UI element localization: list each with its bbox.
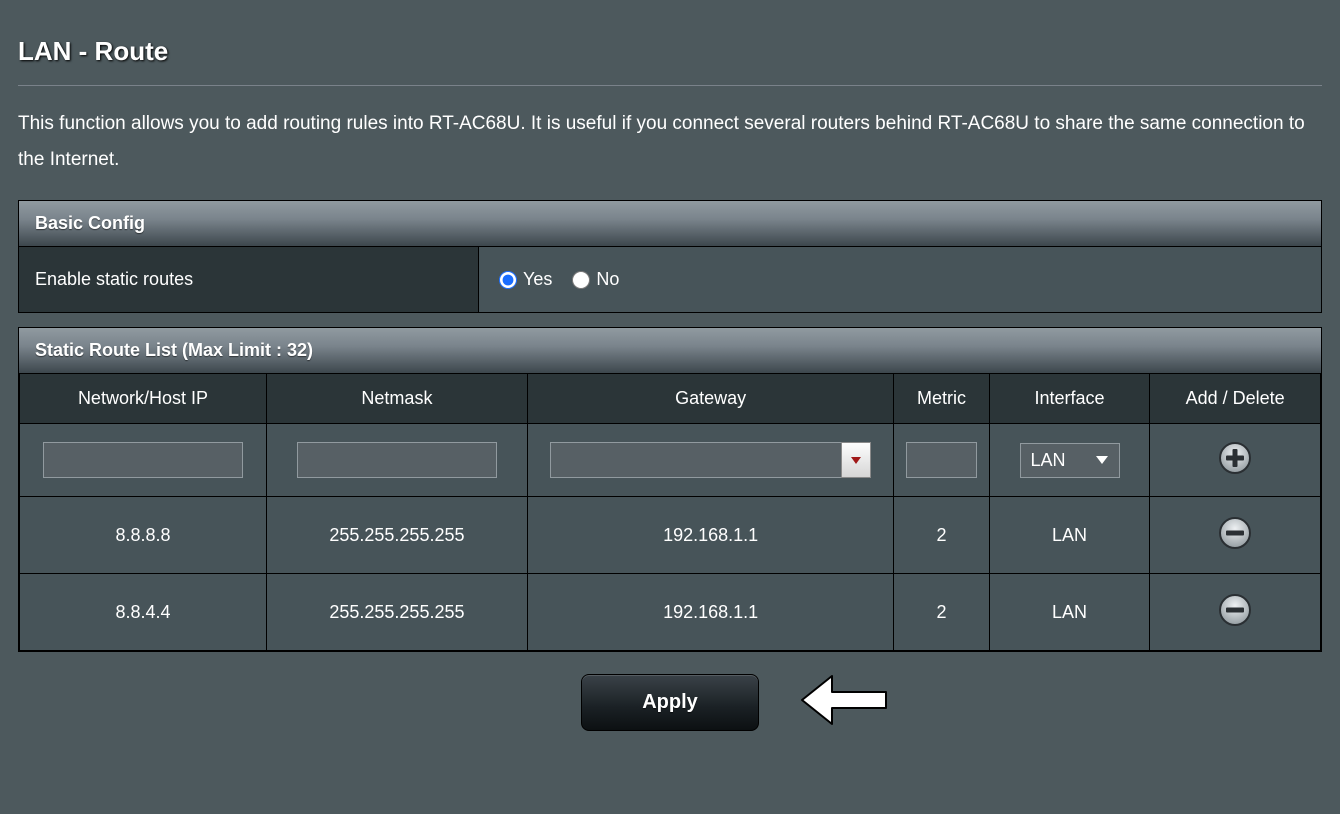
cell-ip: 8.8.4.4 <box>20 574 267 651</box>
static-route-table: Network/Host IP Netmask Gateway Metric I… <box>19 373 1321 651</box>
new-route-row: LAN <box>20 424 1321 497</box>
minus-circle-icon <box>1218 593 1252 627</box>
delete-route-button[interactable] <box>1217 515 1253 551</box>
delete-route-button[interactable] <box>1217 592 1253 628</box>
annotation-arrow <box>800 670 890 735</box>
new-route-metric-input[interactable] <box>906 442 977 478</box>
new-route-ip-input[interactable] <box>43 442 243 478</box>
cell-gateway: 192.168.1.1 <box>527 574 893 651</box>
cell-interface: LAN <box>989 497 1150 574</box>
col-header-action: Add / Delete <box>1150 374 1321 424</box>
new-route-interface-select[interactable]: LAN <box>1020 443 1120 478</box>
col-header-metric: Metric <box>894 374 989 424</box>
col-header-gateway: Gateway <box>527 374 893 424</box>
plus-circle-icon <box>1218 441 1252 475</box>
enable-yes-option[interactable]: Yes <box>499 269 552 290</box>
footer: Apply <box>18 674 1322 731</box>
add-route-button[interactable] <box>1217 440 1253 476</box>
static-route-list-panel: Static Route List (Max Limit : 32) Netwo… <box>18 327 1322 652</box>
cell-interface: LAN <box>989 574 1150 651</box>
basic-config-header: Basic Config <box>19 201 1321 246</box>
cell-metric: 2 <box>894 497 989 574</box>
page-description: This function allows you to add routing … <box>18 106 1322 178</box>
arrow-left-icon <box>800 670 890 730</box>
cell-gateway: 192.168.1.1 <box>527 497 893 574</box>
table-row: 8.8.4.4 255.255.255.255 192.168.1.1 2 LA… <box>20 574 1321 651</box>
apply-button[interactable]: Apply <box>581 674 759 731</box>
table-header-row: Network/Host IP Netmask Gateway Metric I… <box>20 374 1321 424</box>
cell-metric: 2 <box>894 574 989 651</box>
static-route-list-header: Static Route List (Max Limit : 32) <box>19 328 1321 373</box>
col-header-interface: Interface <box>989 374 1150 424</box>
enable-yes-radio[interactable] <box>499 271 517 289</box>
gateway-dropdown-button[interactable] <box>841 442 871 478</box>
new-route-gateway-input[interactable] <box>550 442 841 478</box>
new-route-netmask-input[interactable] <box>297 442 497 478</box>
cell-netmask: 255.255.255.255 <box>266 574 527 651</box>
col-header-netmask: Netmask <box>266 374 527 424</box>
page-title: LAN - Route <box>18 36 1322 67</box>
table-row: 8.8.8.8 255.255.255.255 192.168.1.1 2 LA… <box>20 497 1321 574</box>
interface-select-value: LAN <box>1031 450 1066 471</box>
enable-no-option[interactable]: No <box>572 269 619 290</box>
enable-static-routes-value: Yes No <box>479 247 1321 312</box>
basic-config-panel: Basic Config Enable static routes Yes No <box>18 200 1322 313</box>
chevron-down-icon <box>850 454 862 466</box>
minus-circle-icon <box>1218 516 1252 550</box>
chevron-down-icon <box>1095 455 1109 465</box>
enable-static-routes-row: Enable static routes Yes No <box>19 246 1321 312</box>
enable-no-label: No <box>596 269 619 290</box>
enable-no-radio[interactable] <box>572 271 590 289</box>
cell-ip: 8.8.8.8 <box>20 497 267 574</box>
enable-static-routes-label: Enable static routes <box>19 247 479 312</box>
enable-yes-label: Yes <box>523 269 552 290</box>
col-header-ip: Network/Host IP <box>20 374 267 424</box>
divider <box>18 85 1322 86</box>
cell-netmask: 255.255.255.255 <box>266 497 527 574</box>
